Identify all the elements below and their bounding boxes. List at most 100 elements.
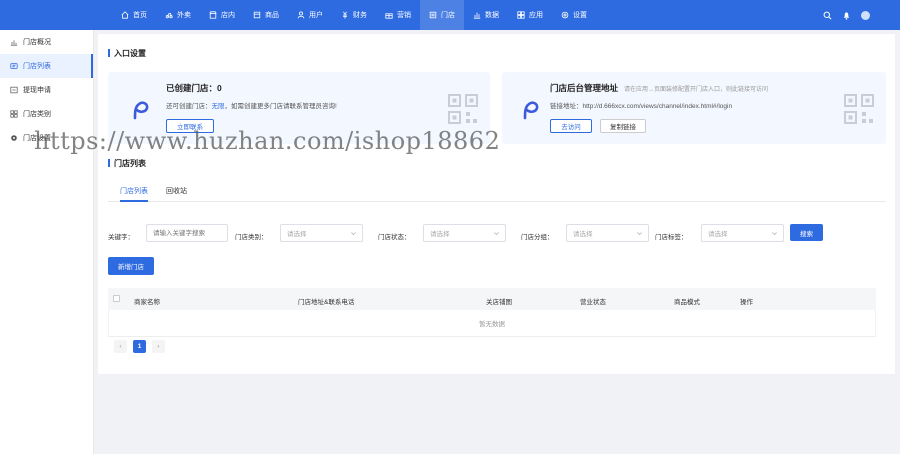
quota-prefix: 还可创建门店： (166, 103, 212, 110)
col-merchant-name: 商家名称 (134, 299, 160, 306)
tag-label: 门店标签： (655, 234, 688, 241)
withdraw-icon (10, 86, 18, 94)
app-logo-icon (130, 98, 152, 120)
sidebar-item-label: 门店列表 (23, 63, 51, 70)
search-icon[interactable] (823, 11, 832, 20)
avatar[interactable] (861, 10, 870, 20)
select-all-checkbox[interactable] (113, 295, 120, 302)
store-icon (209, 11, 217, 19)
gear-icon (561, 11, 569, 19)
admin-url-hint: 请在应用→页面装修配置开门店入口，则此链接可访问 (624, 87, 769, 93)
next-page-button[interactable]: › (152, 340, 165, 353)
nav-shop[interactable]: 门店 (420, 0, 464, 30)
nav-goods[interactable]: 商品 (244, 0, 288, 30)
app-logo-icon (520, 98, 542, 120)
admin-url-line: 链接地址：http://d.666xcx.com/views/channel/i… (550, 100, 732, 110)
group-select[interactable]: 请选择 (566, 224, 649, 242)
nav-finance[interactable]: 财务 (332, 0, 376, 30)
nav-takeout[interactable]: 外卖 (156, 0, 200, 30)
nav-user[interactable]: 用户 (288, 0, 332, 30)
sidebar-item-label: 门店概况 (23, 39, 51, 46)
store-quota-text: 还可创建门店：无限，如需创建更多门店请联系管理员咨询! (166, 100, 337, 110)
nav-user-label: 用户 (309, 12, 323, 19)
tab-recycle-bin[interactable]: 回收站 (166, 186, 187, 196)
sidebar-item-category[interactable]: 门店类别 (0, 102, 93, 126)
copy-link-button[interactable]: 复制链接 (600, 119, 646, 133)
page-1-button[interactable]: 1 (133, 340, 146, 353)
contact-button[interactable]: 立即联系 (166, 119, 214, 133)
table-header: 商家名称 门店地址&联系电话 关店铺图 营业状态 商品模式 操作 (108, 288, 876, 310)
tab-store-list[interactable]: 门店列表 (120, 186, 148, 202)
url-label: 链接地址： (550, 103, 583, 110)
col-address-phone: 门店地址&联系电话 (298, 299, 355, 306)
grid-icon (10, 110, 18, 118)
search-button[interactable]: 搜索 (790, 224, 823, 241)
nav-home[interactable]: 首页 (112, 0, 156, 30)
list-tabs: 门店列表 回收站 (108, 182, 886, 202)
app-icon (517, 11, 525, 19)
tag-select[interactable]: 请选择 (701, 224, 784, 242)
bell-icon[interactable] (842, 11, 851, 20)
chart-icon (10, 38, 18, 46)
col-actions: 操作 (740, 299, 753, 306)
nav-finance-label: 财务 (353, 12, 367, 19)
nav-takeout-label: 外卖 (177, 12, 191, 19)
status-select[interactable]: 请选择 (423, 224, 506, 242)
gear-icon (10, 134, 18, 142)
user-icon (297, 11, 305, 19)
nav-shop-label: 门店 (441, 12, 455, 19)
sidebar-item-label: 门店设置 (23, 135, 51, 142)
url-value: http://d.666xcx.com/views/channel/index.… (582, 103, 733, 110)
type-label: 门店类别： (235, 234, 268, 241)
store-count-title: 已创建门店：0 (166, 83, 222, 93)
nav-data-label: 数据 (485, 12, 499, 19)
col-business-status: 营业状态 (580, 299, 606, 306)
sidebar-item-withdraw[interactable]: 提现申请 (0, 78, 93, 102)
nav-settings-label: 设置 (573, 12, 587, 19)
store-count-card: 已创建门店：0 还可创建门店：无限，如需创建更多门店请联系管理员咨询! 立即联系 (108, 72, 490, 144)
chevron-down-icon[interactable] (44, 86, 51, 93)
prev-page-button[interactable]: ‹ (114, 340, 127, 353)
finance-icon (341, 11, 349, 19)
keyword-input[interactable] (146, 224, 228, 242)
nav-app-label: 应用 (529, 12, 543, 19)
nav-store-label: 店内 (221, 12, 235, 19)
type-select[interactable]: 请选择 (280, 224, 363, 242)
data-icon (473, 11, 481, 19)
quota-value: 无限 (211, 103, 225, 110)
nav-marketing[interactable]: 营销 (376, 0, 420, 30)
list-icon (10, 62, 18, 70)
qrcode-icon (844, 94, 874, 124)
list-section-title: 门店列表 (108, 158, 146, 169)
chevron-down-icon[interactable] (44, 110, 51, 117)
qrcode-icon (448, 94, 478, 124)
keyword-label: 关键字： (108, 234, 134, 241)
table-empty: 暂无数据 (108, 310, 876, 337)
nav-settings[interactable]: 设置 (552, 0, 596, 30)
chevron-down-icon (350, 230, 357, 237)
gift-icon (385, 11, 393, 19)
visit-button[interactable]: 去访问 (550, 119, 592, 133)
nav-app[interactable]: 应用 (508, 0, 552, 30)
sidebar-item-overview[interactable]: 门店概况 (0, 30, 93, 54)
sidebar: 门店概况 门店列表 提现申请 门店类别 门店设置 (0, 30, 94, 454)
nav-home-label: 首页 (133, 12, 147, 19)
top-nav: 首页 外卖 店内 商品 用户 财务 营销 门店 数据 应用 设置 (112, 0, 596, 30)
col-goods-mode: 商品模式 (674, 299, 700, 306)
add-store-button[interactable]: 新增门店 (108, 257, 154, 275)
sidebar-item-settings[interactable]: 门店设置 (0, 126, 93, 150)
sidebar-item-store-list[interactable]: 门店列表 (0, 54, 93, 78)
col-shop-image: 关店铺图 (486, 299, 512, 306)
takeout-icon (165, 11, 173, 19)
nav-marketing-label: 营销 (397, 12, 411, 19)
quota-suffix: ，如需创建更多门店请联系管理员咨询! (224, 103, 337, 110)
status-label: 门店状态： (378, 234, 411, 241)
type-select-value: 请选择 (287, 231, 307, 238)
home-icon (121, 11, 129, 19)
chevron-down-icon (636, 230, 643, 237)
nav-goods-label: 商品 (265, 12, 279, 19)
nav-data[interactable]: 数据 (464, 0, 508, 30)
tag-select-value: 请选择 (708, 231, 728, 238)
group-label: 门店分组： (521, 234, 554, 241)
nav-store[interactable]: 店内 (200, 0, 244, 30)
